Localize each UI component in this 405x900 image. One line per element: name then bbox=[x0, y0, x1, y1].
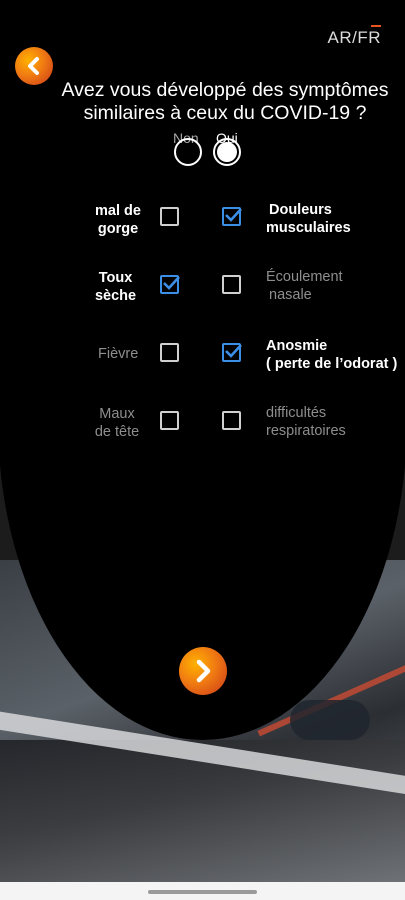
check-icon bbox=[163, 276, 180, 290]
checkbox-dry-cough[interactable] bbox=[160, 275, 180, 294]
checkbox-muscle-pain[interactable] bbox=[222, 207, 242, 226]
checkbox-breathing-difficulty[interactable] bbox=[222, 411, 241, 430]
symptom-label-line: sèche bbox=[94, 288, 137, 304]
symptom-label-line: Écoulement bbox=[266, 269, 343, 285]
question-text: Avez vous développé des symptômes simila… bbox=[61, 79, 389, 124]
symptom-label-line: de tête bbox=[94, 424, 140, 440]
chevron-right-icon bbox=[196, 659, 211, 683]
symptom-label-line: musculaires bbox=[266, 220, 351, 236]
checkbox-headache[interactable] bbox=[160, 411, 179, 430]
check-icon bbox=[225, 344, 242, 358]
symptom-label-anosmia: Anosmie ( perte de l’odorat ) bbox=[266, 337, 397, 373]
symptom-label-line: ( perte de l’odorat ) bbox=[266, 356, 398, 372]
checkbox-runny-nose[interactable] bbox=[222, 275, 241, 294]
checkbox-fever[interactable] bbox=[160, 343, 179, 362]
check-icon bbox=[225, 208, 242, 222]
symptom-label-line: difficultés bbox=[266, 405, 327, 421]
symptom-label-breathing-difficulty: difficultés respiratoires bbox=[266, 404, 346, 440]
symptom-label-dry-cough: Toux sèche bbox=[93, 269, 138, 305]
symptom-label-muscle-pain: Douleurs musculaires bbox=[266, 201, 351, 237]
symptom-label-line: Anosmie bbox=[266, 338, 328, 354]
symptom-label-line: Douleurs bbox=[269, 202, 332, 218]
symptom-label-line: Fièvre bbox=[98, 346, 139, 362]
symptom-label-line: mal de bbox=[95, 203, 141, 219]
chevron-left-icon bbox=[28, 57, 39, 75]
next-button[interactable] bbox=[179, 647, 227, 695]
symptom-label-line: Maux bbox=[99, 406, 135, 422]
radio-no[interactable] bbox=[174, 138, 202, 166]
back-button[interactable] bbox=[15, 47, 53, 85]
symptom-label-line: respiratoires bbox=[266, 423, 346, 439]
system-nav-bar bbox=[0, 882, 405, 900]
background-shoe bbox=[290, 700, 370, 740]
symptom-label-runny-nose: Écoulement nasale bbox=[266, 268, 343, 304]
home-gesture-pill[interactable] bbox=[148, 890, 257, 894]
symptom-label-fever: Fièvre bbox=[98, 345, 138, 363]
symptom-label-line: nasale bbox=[269, 287, 312, 303]
checkbox-anosmia[interactable] bbox=[222, 343, 242, 362]
symptom-label-headache: Maux de tête bbox=[92, 405, 142, 441]
symptom-label-line: Toux bbox=[98, 270, 133, 286]
symptom-label-line: gorge bbox=[97, 221, 139, 237]
language-indicator bbox=[371, 25, 381, 27]
symptom-label-sore-throat: mal de gorge bbox=[93, 202, 143, 238]
language-toggle[interactable]: AR/FR bbox=[328, 28, 382, 48]
background-floor bbox=[0, 740, 405, 900]
checkbox-sore-throat[interactable] bbox=[160, 207, 179, 226]
radio-yes[interactable] bbox=[213, 138, 241, 166]
